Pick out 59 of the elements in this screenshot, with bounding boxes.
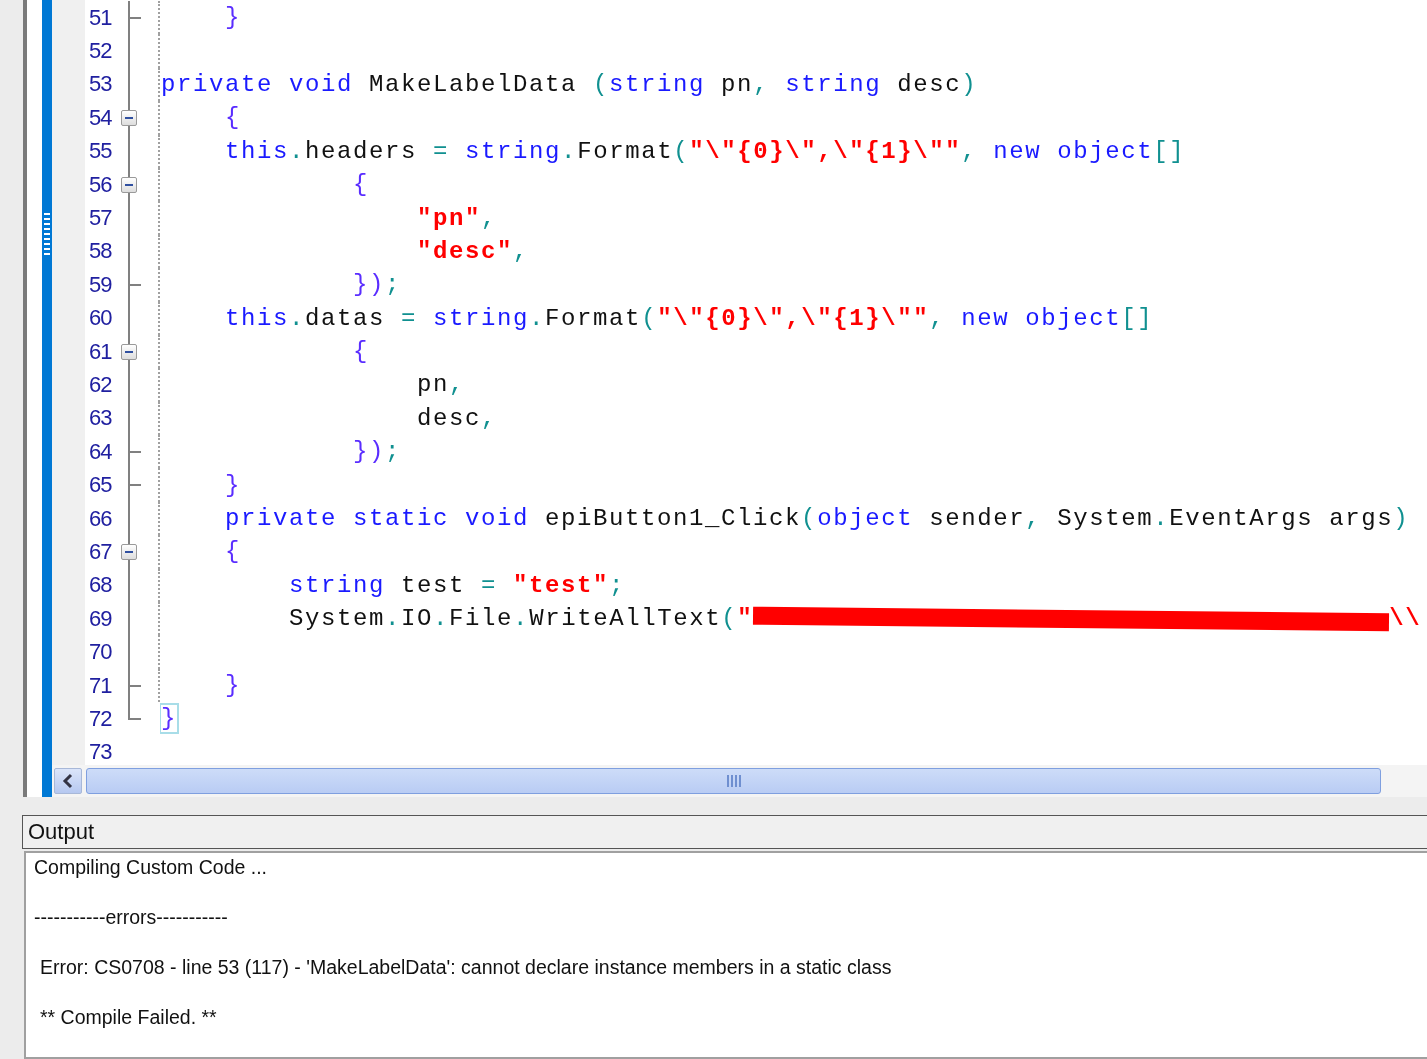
output-line: ** Compile Failed. ** [40, 1006, 217, 1028]
line-number: 72 [89, 705, 112, 732]
code-text: } [224, 4, 241, 32]
scroll-left-button[interactable] [54, 768, 82, 794]
code-text: private static void epiButton1_Click(object sender, System.EventArgs args) [224, 505, 1410, 533]
line-number: 64 [89, 438, 112, 465]
code-text: "desc", [416, 237, 530, 265]
line-number: 61 [89, 338, 112, 365]
line-number: 73 [89, 739, 112, 765]
line-number: 55 [89, 138, 112, 165]
code-text: this.headers = string.Format("\"{0}\",\"{1}\"", new object[] [224, 137, 1186, 165]
code-text: { [352, 171, 370, 199]
scrollbar-thumb[interactable] [86, 768, 1381, 794]
line-number: 69 [89, 605, 112, 632]
code-text: { [352, 338, 370, 366]
code-text: "pn", [416, 204, 498, 232]
code-text: desc, [416, 404, 498, 432]
matched-brace: } [161, 705, 177, 733]
line-number: 68 [89, 572, 112, 599]
code-text: System.IO.File.WriteAllText(" [288, 605, 754, 633]
line-number: 71 [89, 672, 112, 699]
collapse-toggle[interactable] [121, 176, 137, 193]
code-text: pn, [416, 371, 466, 399]
panel-title: Output [22, 815, 1427, 849]
code-text: } [224, 672, 241, 699]
line-number: 51 [89, 4, 112, 31]
code-text: { [224, 538, 241, 566]
code-text: }); [352, 438, 402, 466]
grip-icon [44, 213, 50, 257]
line-number: 60 [89, 305, 112, 332]
line-number: 70 [89, 639, 112, 666]
horizontal-scrollbar[interactable] [52, 765, 1427, 797]
output-line: Compiling Custom Code ... [34, 856, 267, 878]
line-number: 59 [89, 271, 112, 298]
code-text: }); [352, 271, 402, 299]
collapse-toggle[interactable] [121, 343, 137, 360]
output-line: Error: CS0708 - line 53 (117) - 'MakeLabelData': cannot declare instance members in a static class [40, 956, 892, 978]
line-number: 54 [89, 104, 112, 131]
output-line: -----------errors----------- [34, 906, 228, 928]
line-number: 63 [89, 405, 112, 432]
code-text: { [224, 104, 241, 132]
line-number: 56 [89, 171, 112, 198]
code-text: } [224, 471, 241, 499]
chevron-left-icon [62, 773, 74, 789]
line-number: 62 [89, 372, 112, 398]
line-number: 57 [89, 205, 112, 232]
grip-icon [726, 775, 741, 787]
code-text: this.datas = string.Format("\"{0}\",\"{1}\"", new object[] [224, 304, 1154, 332]
line-number: 52 [89, 38, 112, 65]
line-number: 53 [89, 71, 112, 98]
line-number: 66 [89, 505, 112, 532]
line-number: 58 [89, 238, 112, 265]
line-number: 67 [89, 538, 112, 565]
code-text: string test = "test"; [288, 571, 626, 599]
code-text: \\ [1389, 605, 1422, 633]
collapse-toggle[interactable] [121, 544, 137, 561]
collapse-toggle[interactable] [121, 110, 137, 127]
line-number: 65 [89, 472, 112, 499]
code-text: private void MakeLabelData (string pn, string desc) [161, 70, 978, 98]
